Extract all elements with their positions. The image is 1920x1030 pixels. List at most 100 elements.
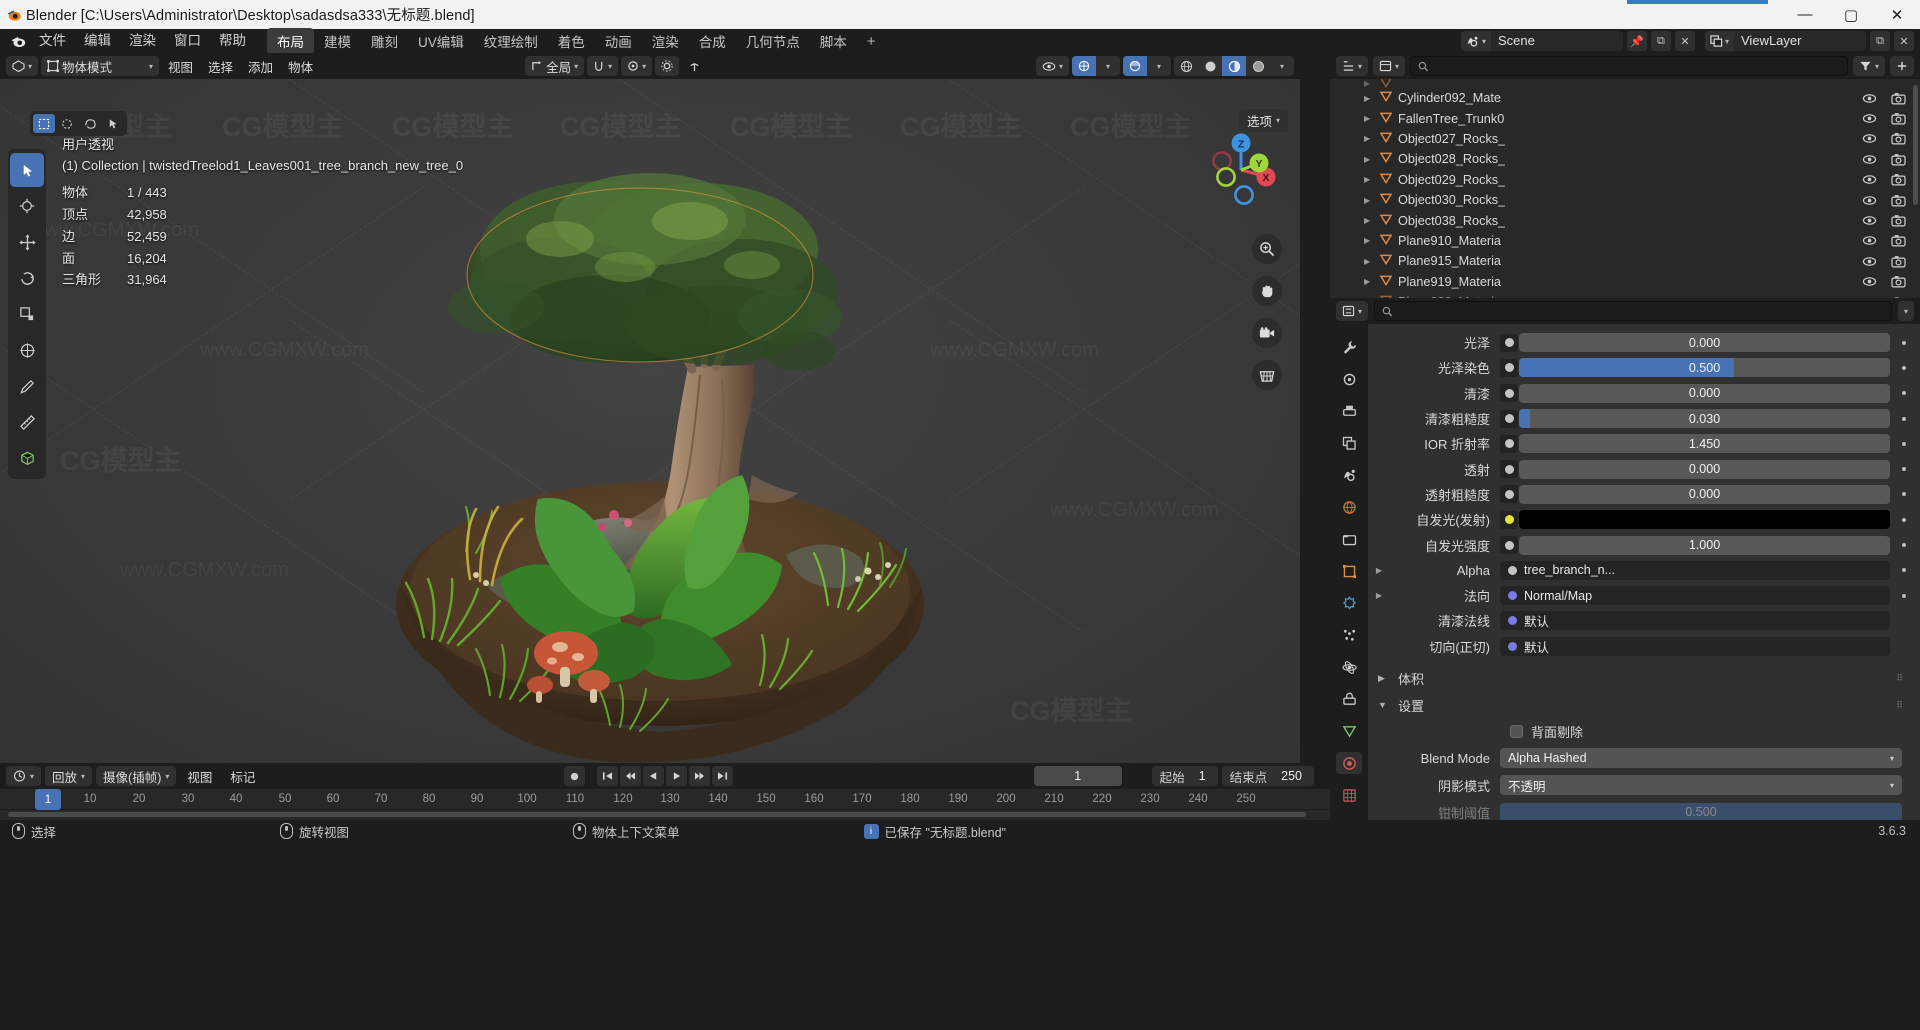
visibility-controls[interactable] <box>1862 194 1906 207</box>
expand-triangle-icon[interactable]: ▶ <box>1364 236 1378 245</box>
visibility-controls[interactable] <box>1862 112 1906 125</box>
transform-tool-icon[interactable] <box>10 333 44 367</box>
annotate-tool-icon[interactable] <box>10 369 44 403</box>
property-row-ior[interactable]: IOR 折射率 1.450 <box>1372 431 1910 456</box>
snapping-toggle[interactable]: ▾ <box>587 56 619 76</box>
viewport-menu-add[interactable]: 添加 <box>242 56 279 76</box>
tab-texture[interactable] <box>1336 784 1362 806</box>
expand-triangle-icon[interactable]: ▶ <box>1364 277 1378 286</box>
rotate-tool-icon[interactable] <box>10 261 44 295</box>
list-item[interactable]: ▶ Object029_Rocks_ <box>1330 170 1920 190</box>
tab-data[interactable] <box>1336 720 1362 742</box>
outliner-filter-icon[interactable]: ▾ <box>1852 56 1885 76</box>
viewport-menu-view[interactable]: 视图 <box>162 56 199 76</box>
playback-controls[interactable] <box>563 766 733 786</box>
visibility-controls[interactable] <box>1862 234 1906 247</box>
list-item[interactable]: ▶ Object028_Rocks_ <box>1330 149 1920 169</box>
list-item[interactable]: ▶ Object027_Rocks_ <box>1330 129 1920 149</box>
select-tweak-icon[interactable] <box>102 114 124 133</box>
property-value-slider[interactable]: 1.450 <box>1519 434 1890 454</box>
expand-triangle-icon[interactable]: ▶ <box>1364 134 1378 143</box>
node-socket[interactable] <box>1500 510 1518 529</box>
playback-menu[interactable]: 回放 ▾ <box>45 766 93 786</box>
maximize-button[interactable]: ▢ <box>1828 0 1874 29</box>
viewlayer-selector[interactable]: ▾ ViewLayer <box>1704 31 1866 51</box>
animate-property-icon[interactable] <box>1898 441 1910 446</box>
select-mode-group[interactable] <box>30 111 127 136</box>
outliner-display-mode-selector[interactable]: ▾ <box>1373 56 1406 76</box>
property-value-slider[interactable]: 0.000 <box>1519 484 1890 504</box>
list-item[interactable]: ▶ <box>1330 79 1920 88</box>
workspace-tab-modeling[interactable]: 建模 <box>314 28 361 54</box>
scene-selector[interactable]: ▾ Scene <box>1460 31 1623 51</box>
properties-search-field[interactable] <box>1397 304 1884 318</box>
workspace-tab-animation[interactable]: 动画 <box>595 28 642 54</box>
tab-scene[interactable] <box>1336 464 1362 486</box>
current-frame-field[interactable]: 1 <box>1033 766 1122 786</box>
workspace-tab-scripting[interactable]: 脚本 <box>810 28 857 54</box>
property-row-sheen[interactable]: 光泽 0.000 <box>1372 330 1910 355</box>
next-keyframe-button[interactable] <box>688 766 710 786</box>
workspace-tab-compositing[interactable]: 合成 <box>689 28 736 54</box>
node-socket[interactable] <box>1500 485 1518 504</box>
timeline-menu-marker[interactable]: 标记 <box>223 766 262 786</box>
expand-triangle-icon[interactable]: ▶ <box>1364 114 1378 123</box>
tab-modifiers[interactable] <box>1336 592 1362 614</box>
animate-property-icon[interactable] <box>1898 492 1910 497</box>
pan-view-button[interactable] <box>1252 276 1282 306</box>
emission-color-swatch[interactable] <box>1519 510 1890 530</box>
list-item[interactable]: ▶ Plane910_Materia <box>1330 231 1920 251</box>
workspace-tab-uv-editing[interactable]: UV编辑 <box>408 28 474 54</box>
menu-render[interactable]: 渲染 <box>120 30 165 52</box>
node-socket[interactable] <box>1500 333 1518 352</box>
animate-property-icon[interactable] <box>1898 568 1910 573</box>
property-row-normal[interactable]: ▶ 法向 Normal/Map <box>1372 583 1910 608</box>
node-socket[interactable] <box>1500 460 1518 479</box>
animate-property-icon[interactable] <box>1898 593 1910 598</box>
material-preview-shading-icon[interactable] <box>1222 56 1246 76</box>
property-row-transmission-roughness[interactable]: 透射粗糙度 0.000 <box>1372 482 1910 507</box>
solid-shading-icon[interactable] <box>1198 56 1222 76</box>
alpha-input-link[interactable]: tree_branch_n... <box>1500 560 1890 580</box>
animate-property-icon[interactable] <box>1898 340 1910 345</box>
navigation-gizmo[interactable]: Z X Y <box>1200 129 1282 211</box>
property-row-transmission[interactable]: 透射 0.000 <box>1372 456 1910 481</box>
shading-mode-group[interactable]: ▾ <box>1174 56 1294 76</box>
cursor-tool-icon[interactable] <box>10 189 44 223</box>
jump-to-end-button[interactable] <box>711 766 733 786</box>
shading-dropdown-icon[interactable]: ▾ <box>1270 56 1294 76</box>
new-viewlayer-icon[interactable]: ⧉ <box>1870 31 1890 51</box>
editor-type-selector[interactable]: ▾ <box>6 56 39 76</box>
workspace-tab-sculpting[interactable]: 雕刻 <box>361 28 408 54</box>
list-item[interactable]: ▶ Cylinder092_Mate <box>1330 88 1920 108</box>
property-row-clearcoat-normal[interactable]: 清漆法线 默认 <box>1372 608 1910 633</box>
expand-triangle-icon[interactable]: ▶ <box>1364 155 1378 164</box>
add-workspace-button[interactable]: + <box>857 31 886 52</box>
tab-physics[interactable] <box>1336 656 1362 678</box>
section-volume[interactable]: ▶ 体积 ⠿ <box>1372 665 1910 692</box>
properties-tab-rail[interactable] <box>1330 324 1368 820</box>
menu-file[interactable]: 文件 <box>30 30 75 52</box>
xray-icon[interactable] <box>1123 56 1147 76</box>
frame-end-field[interactable]: 结束点 250 <box>1221 766 1315 786</box>
timeline-editor[interactable]: ▾ 回放 ▾ 摄像(插帧) ▾ 视图 标记 1 起始 1 结束点 250 1 1… <box>0 763 1330 820</box>
expand-triangle-icon[interactable]: ▶ <box>1372 566 1386 575</box>
toggle-orthographic-button[interactable] <box>1252 360 1282 390</box>
node-socket[interactable] <box>1500 536 1518 555</box>
properties-options-icon[interactable]: ▾ <box>1897 301 1914 321</box>
drag-grip-icon[interactable]: ⠿ <box>1896 673 1910 684</box>
blender-logo-icon[interactable] <box>6 31 30 51</box>
list-item[interactable]: ▶ Object038_Rocks_ <box>1330 210 1920 230</box>
tab-material[interactable] <box>1336 752 1362 774</box>
drag-grip-icon[interactable]: ⠿ <box>1896 700 1910 711</box>
viewport-3d[interactable]: ▾ 物体模式 ▾ 视图 选择 添加 物体 全局 ▾ ▾ ▾ ▾ ▾ ▾ ▾ CG… <box>0 53 1300 763</box>
measure-tool-icon[interactable] <box>10 405 44 439</box>
expand-triangle-icon[interactable]: ▶ <box>1364 94 1378 103</box>
close-button[interactable]: ✕ <box>1874 0 1920 29</box>
select-box-icon[interactable] <box>33 114 55 133</box>
animate-property-icon[interactable] <box>1898 365 1910 370</box>
property-row-clearcoat[interactable]: 清漆 0.000 <box>1372 381 1910 406</box>
animate-property-icon[interactable] <box>1898 543 1910 548</box>
tab-particles[interactable] <box>1336 624 1362 646</box>
node-socket[interactable] <box>1500 434 1518 453</box>
